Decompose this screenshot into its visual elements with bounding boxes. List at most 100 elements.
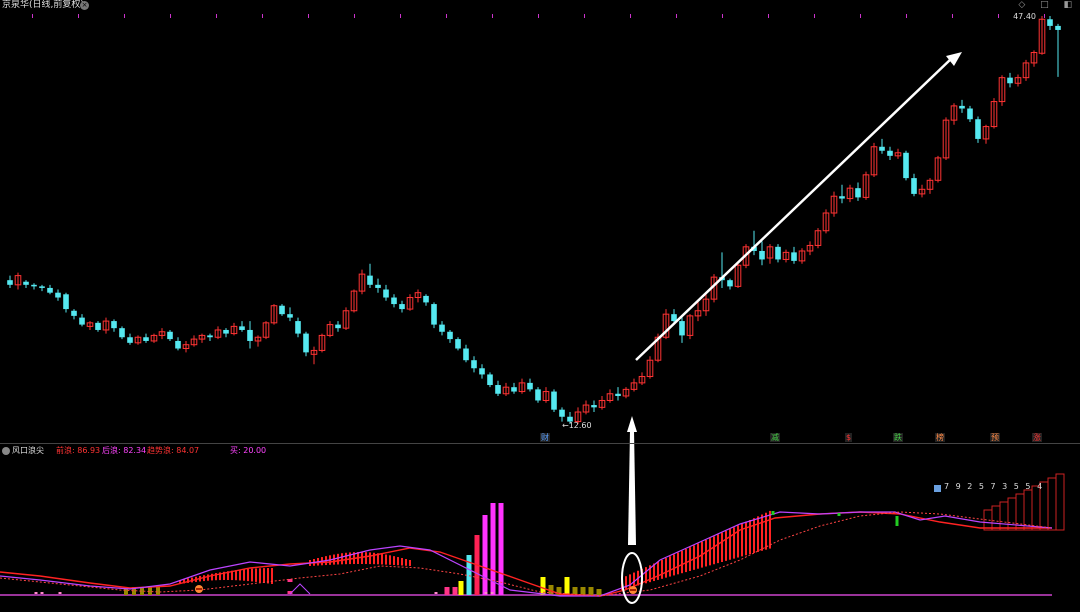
candle-body xyxy=(775,246,781,260)
signal-label[interactable]: 跌 xyxy=(893,433,903,442)
indicator-name: 风口浪尖 xyxy=(12,446,44,455)
price-chart[interactable] xyxy=(0,0,1080,612)
candle-body xyxy=(127,337,133,343)
candle-body xyxy=(591,405,597,408)
signal-label[interactable]: 榜 xyxy=(935,433,945,442)
candle-body xyxy=(679,321,685,336)
candle-body xyxy=(463,348,469,361)
grid-tick xyxy=(262,14,263,18)
candle-body xyxy=(511,387,517,392)
candle-body xyxy=(391,297,397,305)
indicator-box-bar xyxy=(1047,477,1057,531)
indicator-box-bar xyxy=(1055,473,1065,531)
indicator-bar xyxy=(452,587,458,595)
candle-body xyxy=(455,339,461,349)
trend-line-red xyxy=(0,511,1052,597)
indicator-bar xyxy=(444,587,450,595)
signal-label[interactable]: 财 xyxy=(540,433,550,442)
signal-label[interactable]: 减 xyxy=(770,433,780,442)
candle-body xyxy=(31,284,37,287)
candle-body xyxy=(79,317,85,325)
candle-body xyxy=(903,152,909,179)
indicator-marker xyxy=(40,592,44,594)
candle-body xyxy=(479,368,485,375)
candle-body xyxy=(727,280,733,287)
grid-tick xyxy=(170,14,171,18)
candle-body xyxy=(495,385,501,394)
grid-tick xyxy=(860,14,861,18)
indicator-sequence: 7 9 2 5 7 3 5 5 4 xyxy=(944,482,1045,491)
green-marker xyxy=(771,511,775,515)
candle-body xyxy=(551,391,557,410)
candle-body xyxy=(559,409,565,417)
grid-tick xyxy=(216,14,217,18)
candle-body xyxy=(63,294,69,310)
candle-body xyxy=(303,333,309,353)
candle-body xyxy=(855,188,861,198)
grid-tick xyxy=(78,14,79,18)
indicator-box-bar xyxy=(991,505,1001,531)
indicator-bar xyxy=(458,581,464,595)
candle-body xyxy=(1055,25,1061,30)
signal-label[interactable]: $ xyxy=(845,433,853,442)
indicator-bar xyxy=(580,587,586,595)
candle-body xyxy=(23,281,29,285)
candle-body xyxy=(39,286,45,288)
candle-body xyxy=(175,340,181,349)
indicator-value-4: 买: 20.00 xyxy=(230,446,267,455)
indicator-bar xyxy=(156,587,160,595)
candle-body xyxy=(95,322,101,330)
green-marker xyxy=(895,516,899,526)
candle-body xyxy=(839,196,845,199)
grid-tick xyxy=(768,14,769,18)
candle-body xyxy=(431,304,437,325)
candle-body xyxy=(239,326,245,330)
grid-tick xyxy=(814,14,815,18)
grid-tick xyxy=(124,14,125,18)
indicator-marker xyxy=(58,592,62,594)
trend-arrow-head xyxy=(946,52,962,66)
grid-tick xyxy=(32,14,33,18)
grid-tick xyxy=(1044,14,1045,18)
signal-label[interactable]: 预 xyxy=(990,433,1000,442)
candle-body xyxy=(55,292,61,298)
trend-arrow-line xyxy=(635,57,953,361)
grid-tick xyxy=(952,14,953,18)
candle-body xyxy=(1007,77,1013,84)
candle-body xyxy=(671,314,677,322)
candle-body xyxy=(143,337,149,341)
candle-body xyxy=(887,150,893,156)
candle-body xyxy=(111,321,117,329)
buy-signal-mark xyxy=(630,589,636,591)
indicator-settings-icon[interactable] xyxy=(2,447,10,455)
candle-body xyxy=(167,331,173,340)
indicator-marker xyxy=(490,592,494,594)
low-price-label: ←12.60 xyxy=(562,421,592,430)
candle-body xyxy=(375,284,381,288)
candle-body xyxy=(423,295,429,303)
candle-body xyxy=(71,310,77,316)
candle-body xyxy=(47,287,53,293)
signal-label[interactable]: 涨 xyxy=(1032,433,1042,442)
green-marker xyxy=(837,513,841,516)
buy-signal-mark xyxy=(196,588,202,590)
candle-body xyxy=(759,250,765,260)
indicator-bar xyxy=(588,587,594,595)
candle-body xyxy=(1047,19,1053,26)
grid-tick xyxy=(676,14,677,18)
indicator-marker xyxy=(484,592,488,594)
trend-line-purple xyxy=(0,511,1053,597)
candle-body xyxy=(879,146,885,151)
indicator-box-bar xyxy=(1031,485,1041,531)
indicator-marker xyxy=(434,592,438,594)
indicator-bar xyxy=(572,587,578,595)
candle-body xyxy=(535,389,541,401)
candle-body xyxy=(791,252,797,261)
indicator-value-2: 后浪: 82.34 xyxy=(102,446,147,455)
indicator-value-3: 趋势浪: 84.07 xyxy=(147,446,200,455)
panel-divider xyxy=(0,443,1080,444)
candle-body xyxy=(335,324,341,329)
grid-tick xyxy=(906,14,907,18)
grid-tick xyxy=(630,14,631,18)
candle-body xyxy=(471,360,477,369)
